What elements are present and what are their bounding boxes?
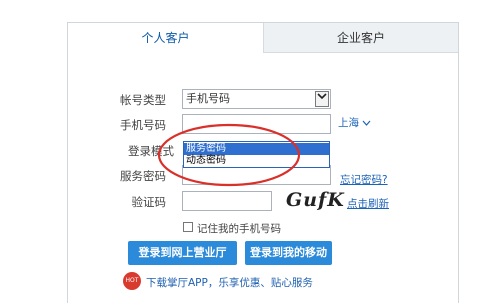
hot-badge-icon: HOT <box>123 272 141 290</box>
password-label: 服务密码 <box>120 169 166 183</box>
city-selector[interactable]: 上海 <box>338 115 371 130</box>
account-type-label: 帐号类型 <box>120 93 166 107</box>
forgot-password-link[interactable]: 忘记密码? <box>340 172 388 187</box>
tab-personal[interactable]: 个人客户 <box>68 23 263 53</box>
chevron-down-icon <box>315 91 329 107</box>
login-hall-button[interactable]: 登录到网上营业厅 <box>128 241 237 265</box>
remember-label: 记住我的手机号码 <box>197 223 281 235</box>
captcha-label: 验证码 <box>131 195 167 209</box>
customer-tabs: 个人客户 企业客户 <box>68 23 458 53</box>
refresh-captcha-link[interactable]: 点击刷新 <box>347 196 389 211</box>
account-type-select[interactable]: 手机号码 <box>182 89 331 109</box>
city-name: 上海 <box>338 117 359 129</box>
login-mobile-button[interactable]: 登录到我的移动 <box>245 241 332 265</box>
account-type-value: 手机号码 <box>186 92 230 105</box>
annotation-circle <box>157 123 301 187</box>
captcha-image: GufK <box>286 189 345 211</box>
phone-label: 手机号码 <box>120 118 166 132</box>
chevron-down-icon <box>362 120 371 126</box>
tab-enterprise[interactable]: 企业客户 <box>263 23 458 53</box>
remember-checkbox[interactable] <box>183 222 193 232</box>
app-promo-link[interactable]: 下载掌厅APP，乐享优惠、贴心服务 <box>146 275 313 290</box>
captcha-input[interactable] <box>182 191 272 211</box>
